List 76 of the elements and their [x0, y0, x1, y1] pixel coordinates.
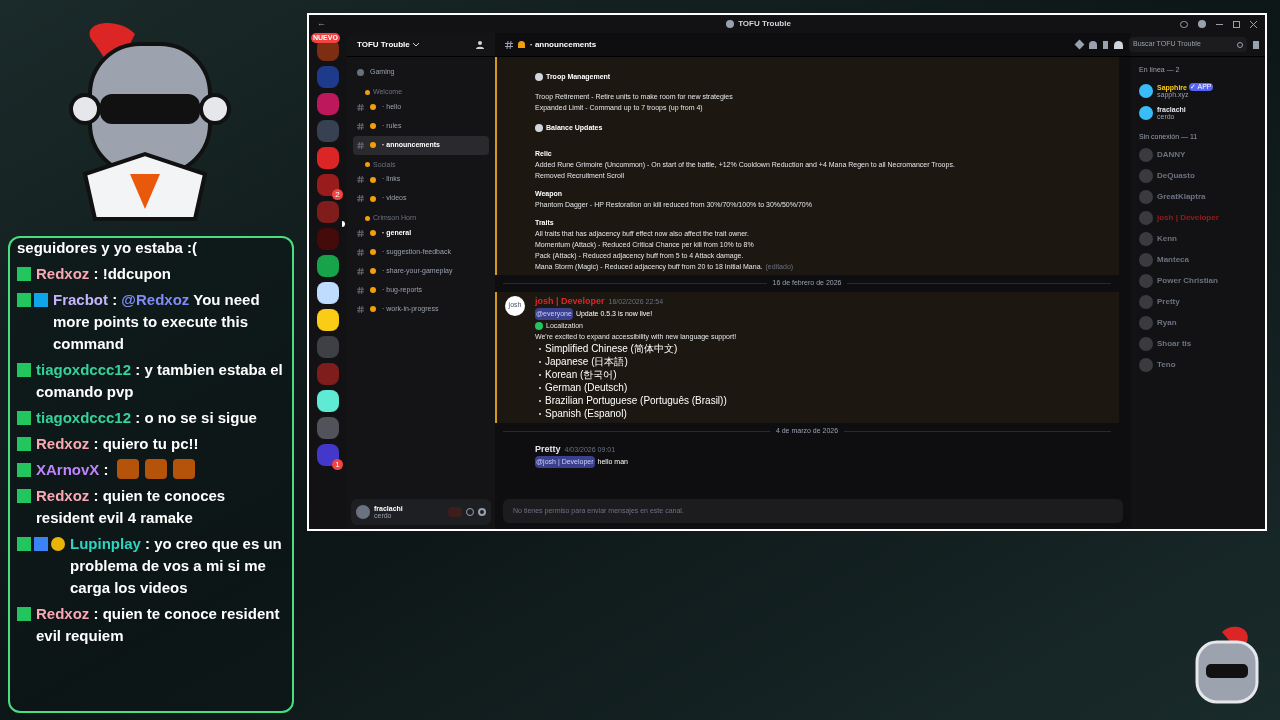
- chat-message: Redxoz : quien te conoce resident evil requiem: [36, 604, 281, 646]
- add-person-icon[interactable]: [476, 40, 485, 49]
- emoji-icon: [535, 73, 543, 82]
- emoji-icon: [365, 215, 370, 221]
- hash-icon: [505, 40, 513, 49]
- emote-icon: [144, 459, 167, 479]
- hash-icon: [357, 248, 364, 256]
- chat-message: XArnovX :: [36, 460, 109, 480]
- user-avatar[interactable]: [356, 505, 370, 519]
- emoji-icon: [370, 268, 376, 274]
- hash-icon: [357, 267, 364, 275]
- emoji-icon: [370, 287, 376, 293]
- avatar[interactable]: [1139, 83, 1153, 98]
- chat-message: tiagoxdccc12 : o no se si sigue: [36, 408, 257, 428]
- author-name[interactable]: josh | Developer: [535, 294, 605, 308]
- emoji-icon: [370, 306, 376, 312]
- hash-icon: [357, 286, 364, 294]
- server-icon[interactable]: [317, 174, 339, 196]
- member-name[interactable]: Teno: [1157, 358, 1176, 371]
- close-icon[interactable]: [1250, 20, 1257, 28]
- chat-message: seguidores y yo estaba :(: [17, 238, 198, 258]
- member-name[interactable]: GreatKlaptra: [1157, 190, 1206, 203]
- unread-indicator: [342, 220, 345, 227]
- server-icon[interactable]: [317, 255, 339, 277]
- hash-icon: [357, 141, 364, 149]
- back-arrow[interactable]: ←: [317, 17, 337, 31]
- hash-icon: [357, 103, 364, 111]
- notification-badge: 2: [332, 189, 343, 200]
- server-name[interactable]: TOFU Trouble: [357, 38, 410, 51]
- minimize-icon[interactable]: [1216, 23, 1223, 25]
- member-name[interactable]: Ryan: [1157, 316, 1177, 329]
- list-item-text: Brazilian Portuguese (Português (Brasil)): [545, 394, 727, 407]
- chevron-down-icon[interactable]: [412, 42, 419, 47]
- emoji-icon: [370, 195, 376, 202]
- emoji-icon: [370, 230, 376, 236]
- server-icon[interactable]: [317, 282, 339, 304]
- member-name[interactable]: DeQuasto: [1157, 169, 1195, 182]
- member-name[interactable]: Power Christian: [1157, 274, 1218, 287]
- emoji-icon: [370, 123, 376, 129]
- list-item-text: Simplified Chinese (简体中文): [545, 342, 678, 355]
- window-title: TOFU Trouble: [738, 18, 791, 30]
- member-name[interactable]: Shoar tis: [1157, 337, 1192, 350]
- list-item-text: Japanese (日本語): [545, 355, 628, 368]
- server-icon: [726, 20, 735, 28]
- list-item-text: Korean (한국어): [545, 368, 617, 381]
- list-item-text: German (Deutsch): [545, 381, 628, 394]
- emote-icon: [116, 459, 139, 479]
- emoji-icon: [370, 176, 376, 183]
- hash-icon: [357, 229, 364, 237]
- hash-icon: [357, 305, 364, 313]
- hash-icon: [357, 195, 364, 202]
- emoji-icon: [365, 162, 370, 168]
- emoji-icon: [535, 123, 543, 132]
- emoji-icon: [370, 142, 376, 148]
- channel-title: · announcements: [530, 38, 597, 51]
- chat-message: Redxoz : !ddcupon: [36, 264, 171, 284]
- emoji-icon: [365, 89, 370, 95]
- emoji-icon: [370, 249, 376, 255]
- member-name[interactable]: Manteca: [1157, 253, 1189, 266]
- maximize-icon[interactable]: [1233, 20, 1240, 28]
- server-icon[interactable]: [317, 390, 339, 412]
- chat-message: Redxoz : quiero tu pc!!: [36, 434, 199, 454]
- author-name[interactable]: Pretty: [535, 442, 561, 456]
- server-icon[interactable]: [317, 309, 339, 331]
- notification-badge: 1: [332, 459, 343, 470]
- coin-badge-icon: [51, 537, 65, 551]
- list-item-text: Spanish (Espanol): [545, 407, 627, 420]
- member-name[interactable]: Kenn: [1157, 232, 1177, 245]
- avatar[interactable]: [1139, 105, 1153, 120]
- hash-icon: [357, 176, 364, 183]
- emote-icon: [172, 459, 195, 479]
- member-name[interactable]: Pretty: [1157, 295, 1180, 308]
- hash-icon: [357, 122, 364, 130]
- help-icon[interactable]: [1198, 20, 1206, 28]
- member-name[interactable]: DANNY: [1157, 148, 1186, 161]
- emoji-icon: [370, 104, 376, 110]
